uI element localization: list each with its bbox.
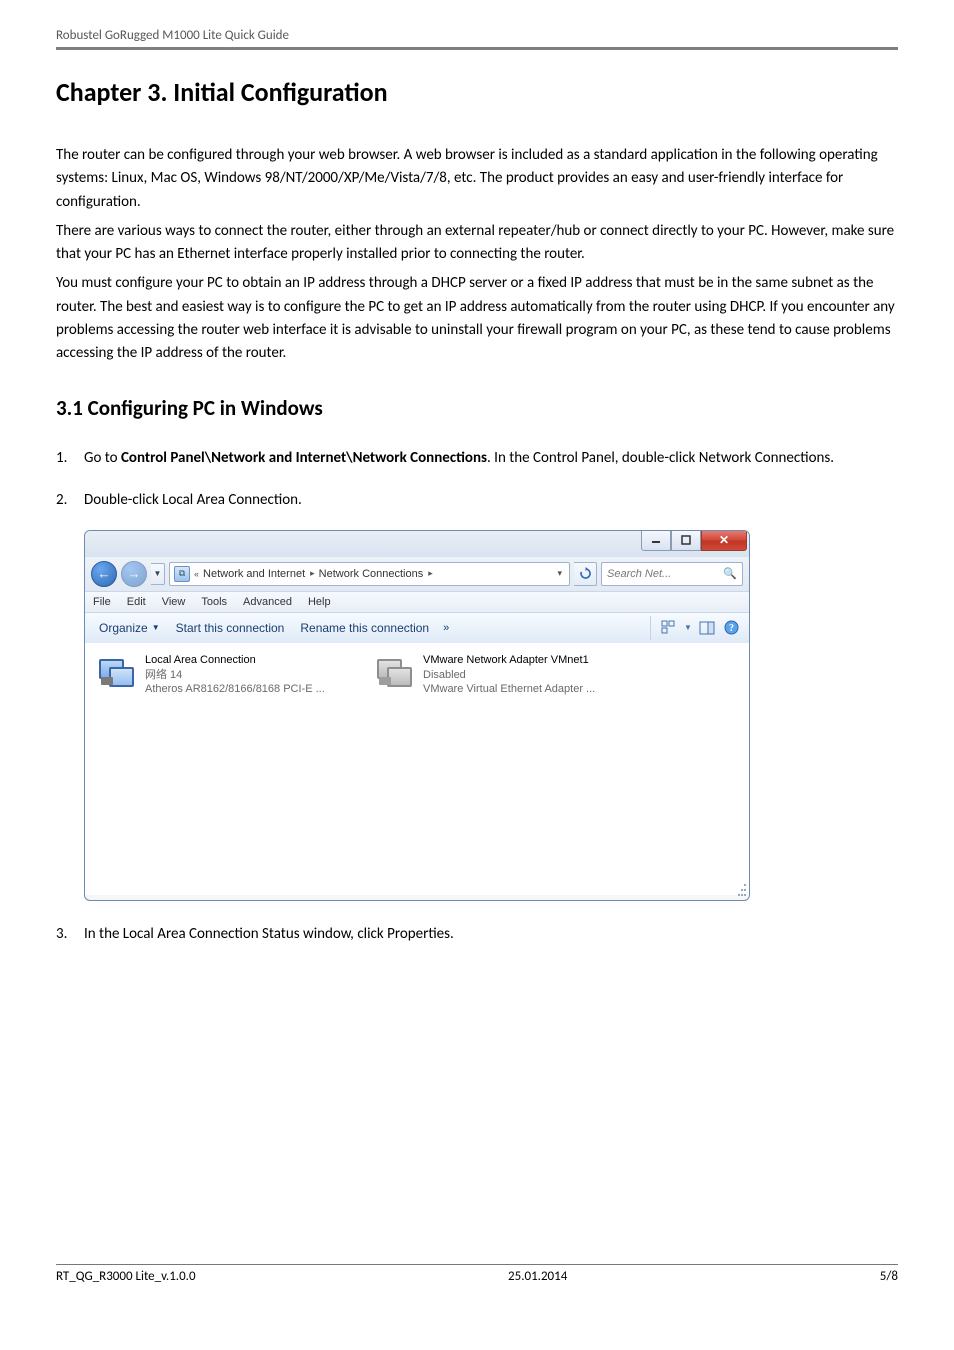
content-area[interactable]: Local Area Connection 网络 14 Atheros AR81… bbox=[85, 643, 749, 895]
close-button[interactable]: ✕ bbox=[701, 530, 747, 551]
view-mode-caret[interactable]: ▼ bbox=[681, 616, 695, 640]
conn-title: Local Area Connection bbox=[145, 653, 325, 668]
step-3-number: 3. bbox=[56, 923, 84, 946]
step-1-path: Control Panel\Network and Internet\Netwo… bbox=[121, 449, 487, 467]
start-connection-label: Start this connection bbox=[176, 621, 285, 635]
organize-button[interactable]: Organize ▼ bbox=[91, 618, 168, 638]
forward-button[interactable]: → bbox=[121, 561, 147, 587]
step-3: 3. In the Local Area Connection Status w… bbox=[56, 923, 898, 946]
refresh-icon bbox=[579, 567, 592, 580]
search-input[interactable]: Search Net... 🔍 bbox=[601, 562, 743, 586]
step-1: 1. Go to Control Panel\Network and Inter… bbox=[56, 447, 898, 470]
menubar: File Edit View Tools Advanced Help bbox=[85, 591, 749, 613]
chevron-down-icon: ▼ bbox=[154, 569, 162, 578]
menu-advanced[interactable]: Advanced bbox=[243, 596, 292, 608]
connection-item-vmnet1[interactable]: VMware Network Adapter VMnet1 Disabled V… bbox=[375, 653, 635, 885]
rename-connection-button[interactable]: Rename this connection bbox=[292, 618, 437, 638]
command-bar: Organize ▼ Start this connection Rename … bbox=[85, 613, 749, 644]
intro-para-1: The router can be configured through you… bbox=[56, 144, 898, 214]
preview-pane-icon bbox=[699, 620, 715, 636]
chapter-title: Chapter 3. Initial Configuration bbox=[56, 76, 898, 108]
step-2: 2. Double-click Local Area Connection. bbox=[56, 489, 898, 512]
step-3-text: In the Local Area Connection Status wind… bbox=[84, 923, 454, 946]
chevron-right-icon: ▸ bbox=[428, 568, 433, 579]
close-icon: ✕ bbox=[719, 533, 729, 547]
conn-sub2: VMware Virtual Ethernet Adapter ... bbox=[423, 682, 595, 697]
step-2-number: 2. bbox=[56, 489, 84, 512]
chevron-right-icon: ▸ bbox=[310, 568, 315, 579]
breadcrumb-seg-2-label: Network Connections bbox=[319, 568, 424, 580]
menu-edit[interactable]: Edit bbox=[127, 596, 146, 608]
minimize-button[interactable] bbox=[641, 530, 671, 551]
chevron-down-icon: ▼ bbox=[152, 623, 160, 632]
conn-title: VMware Network Adapter VMnet1 bbox=[423, 653, 595, 668]
page-footer: RT_QG_R3000 Lite_v.1.0.0 25.01.2014 5/8 bbox=[56, 1264, 898, 1284]
rename-connection-label: Rename this connection bbox=[300, 621, 429, 635]
history-dropdown-button[interactable]: ▼ bbox=[151, 563, 165, 585]
nic-active-icon bbox=[99, 656, 135, 690]
svg-text:?: ? bbox=[729, 623, 734, 634]
menu-view[interactable]: View bbox=[162, 596, 186, 608]
more-commands-button[interactable]: » bbox=[437, 622, 455, 634]
maximize-icon bbox=[681, 535, 691, 545]
back-button[interactable]: ← bbox=[91, 561, 117, 587]
titlebar[interactable]: ✕ bbox=[85, 531, 749, 557]
maximize-button[interactable] bbox=[671, 530, 701, 551]
intro-para-3: You must configure your PC to obtain an … bbox=[56, 272, 898, 365]
step-1-post: . In the Control Panel, double-click Net… bbox=[487, 449, 834, 467]
menu-file[interactable]: File bbox=[93, 596, 111, 608]
breadcrumb-seg-1-label: Network and Internet bbox=[203, 568, 305, 580]
breadcrumb-dropdown[interactable]: ▾ bbox=[554, 568, 565, 579]
menu-help[interactable]: Help bbox=[308, 596, 331, 608]
help-button[interactable]: ? bbox=[719, 616, 743, 640]
step-2-text: Double-click Local Area Connection. bbox=[84, 489, 302, 512]
explorer-window: ✕ ← → ▼ ⧉ « Network and Internet ▸ Netwo… bbox=[84, 530, 750, 901]
conn-sub1: Disabled bbox=[423, 668, 595, 683]
start-connection-button[interactable]: Start this connection bbox=[168, 618, 293, 638]
footer-right: 5/8 bbox=[880, 1269, 898, 1284]
more-commands-label: » bbox=[443, 622, 449, 634]
arrow-right-icon: → bbox=[128, 566, 141, 581]
minimize-icon bbox=[651, 535, 661, 545]
view-grid-icon bbox=[661, 620, 677, 636]
footer-left: RT_QG_R3000 Lite_v.1.0.0 bbox=[56, 1269, 196, 1284]
section-title: 3.1 Configuring PC in Windows bbox=[56, 395, 898, 421]
resize-grip-icon[interactable] bbox=[732, 883, 746, 897]
conn-sub1: 网络 14 bbox=[145, 668, 325, 683]
network-connections-icon: ⧉ bbox=[174, 566, 190, 582]
search-placeholder: Search Net... bbox=[607, 568, 671, 580]
doc-header: Robustel GoRugged M1000 Lite Quick Guide bbox=[56, 28, 898, 50]
conn-sub2: Atheros AR8162/8166/8168 PCI-E ... bbox=[145, 682, 325, 697]
step-1-pre: Go to bbox=[84, 449, 121, 467]
chevron-left-icon: « bbox=[194, 569, 199, 579]
connection-item-local[interactable]: Local Area Connection 网络 14 Atheros AR81… bbox=[97, 653, 357, 885]
menu-tools[interactable]: Tools bbox=[201, 596, 227, 608]
breadcrumb-seg-2[interactable]: Network Connections ▸ bbox=[319, 568, 433, 580]
help-icon: ? bbox=[724, 620, 739, 635]
breadcrumb-seg-1[interactable]: Network and Internet ▸ bbox=[203, 568, 315, 580]
breadcrumb[interactable]: ⧉ « Network and Internet ▸ Network Conne… bbox=[169, 562, 570, 586]
nav-row: ← → ▼ ⧉ « Network and Internet ▸ Network… bbox=[85, 557, 749, 591]
view-mode-button[interactable] bbox=[657, 616, 681, 640]
footer-center: 25.01.2014 bbox=[508, 1269, 567, 1284]
step-1-number: 1. bbox=[56, 447, 84, 470]
search-icon: 🔍 bbox=[723, 567, 737, 580]
nic-disabled-icon bbox=[377, 656, 413, 690]
organize-label: Organize bbox=[99, 621, 148, 635]
arrow-left-icon: ← bbox=[98, 566, 111, 581]
refresh-button[interactable] bbox=[574, 562, 597, 586]
intro-para-2: There are various ways to connect the ro… bbox=[56, 220, 898, 267]
preview-pane-button[interactable] bbox=[695, 616, 719, 640]
